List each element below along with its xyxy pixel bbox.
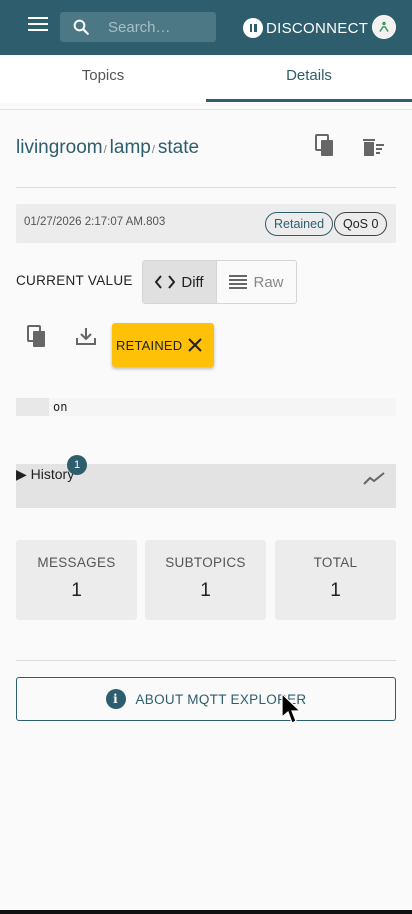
app-bar: DISCONNECT — [0, 0, 412, 55]
avatar[interactable] — [372, 15, 396, 39]
value-view-toggle: Diff Raw — [142, 260, 297, 304]
topic-path: livingroom / lamp / state — [16, 137, 199, 159]
about-button[interactable]: i ABOUT MQTT EXPLORER — [16, 677, 396, 721]
total-stat-card: TOTAL 1 — [275, 540, 396, 620]
stat-title: SUBTOPICS — [165, 555, 246, 570]
tab-details[interactable]: Details — [206, 55, 412, 103]
history-panel[interactable]: ▶ History 1 — [16, 455, 396, 508]
retained-chip: Retained — [265, 212, 334, 236]
line-gutter — [16, 398, 49, 416]
history-count-badge: 1 — [67, 455, 87, 475]
search-box[interactable] — [60, 12, 216, 42]
payload-value: on — [53, 400, 68, 414]
close-icon — [188, 338, 203, 352]
messages-stat-card: MESSAGES 1 — [16, 540, 137, 620]
topic-separator: / — [103, 144, 107, 156]
diff-label: Diff — [181, 273, 204, 291]
retained-button[interactable]: RETAINED — [112, 323, 214, 367]
code-icon — [155, 275, 176, 289]
raw-toggle-button[interactable]: Raw — [217, 261, 296, 303]
search-input[interactable] — [108, 12, 212, 42]
save-value-button[interactable] — [76, 327, 96, 350]
copy-value-button[interactable] — [26, 325, 48, 354]
lines-icon — [229, 275, 248, 289]
topic-segment[interactable]: livingroom — [16, 137, 103, 159]
raw-label: Raw — [253, 273, 284, 291]
stat-value: 1 — [200, 580, 211, 601]
history-label[interactable]: ▶ History — [16, 466, 74, 483]
qos-chip: QoS 0 — [334, 212, 388, 236]
topic-segment[interactable]: state — [158, 137, 199, 159]
delete-topic-button[interactable] — [362, 138, 386, 163]
diff-toggle-button[interactable]: Diff — [143, 261, 217, 303]
download-icon — [76, 328, 96, 345]
message-meta: 01/27/2026 2:17:07 AM.803 Retained QoS 0 — [16, 204, 396, 243]
topic-segment[interactable]: lamp — [110, 137, 151, 159]
stat-value: 1 — [330, 580, 341, 601]
message-timestamp: 01/27/2026 2:17:07 AM.803 — [24, 216, 166, 228]
search-icon — [73, 19, 89, 35]
disconnect-button[interactable]: DISCONNECT — [243, 17, 388, 39]
user-icon — [379, 21, 389, 33]
copy-topic-button[interactable] — [314, 134, 336, 163]
chart-icon[interactable] — [363, 472, 385, 486]
subtopics-stat-card: SUBTOPICS 1 — [145, 540, 266, 620]
active-tab-indicator — [206, 99, 412, 102]
stat-title: TOTAL — [313, 555, 358, 570]
menu-icon[interactable] — [28, 17, 48, 37]
value-display: on — [16, 398, 396, 416]
current-value-label: CURRENT VALUE — [16, 273, 133, 288]
copy-icon — [315, 134, 333, 156]
delete-sweep-icon — [363, 139, 384, 156]
pause-icon — [243, 18, 263, 38]
tab-topics[interactable]: Topics — [0, 55, 206, 103]
tab-bar: Topics Details — [0, 55, 412, 103]
divider — [0, 109, 412, 110]
divider — [16, 660, 396, 661]
copy-icon — [27, 325, 45, 347]
stat-title: MESSAGES — [37, 555, 116, 570]
retained-button-label: RETAINED — [116, 337, 183, 353]
stat-value: 1 — [71, 580, 82, 601]
disconnect-label: DISCONNECT — [266, 19, 369, 37]
info-icon: i — [105, 689, 126, 709]
mouse-cursor-icon — [281, 693, 302, 724]
divider — [16, 187, 396, 188]
topic-separator: / — [151, 144, 155, 156]
bottom-edge — [0, 910, 412, 914]
